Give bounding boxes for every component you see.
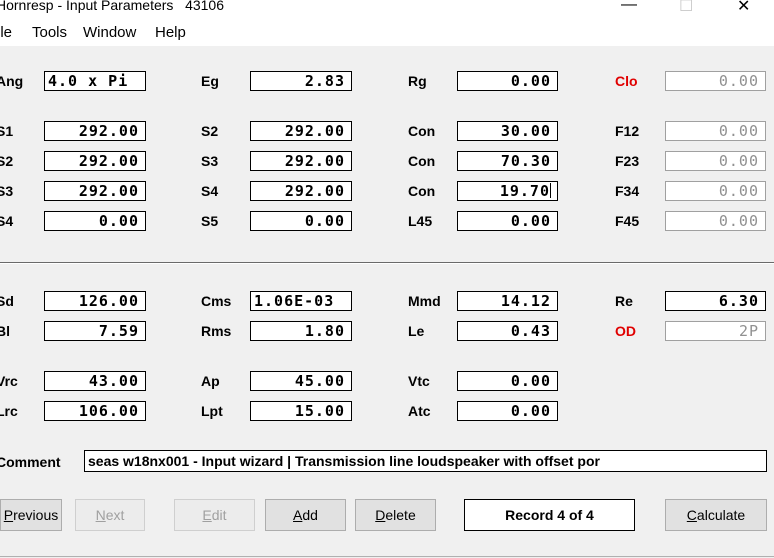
lpt-field[interactable]: 15.00	[250, 401, 352, 421]
menu-file[interactable]: ile	[0, 24, 12, 41]
cms-field[interactable]: 1.06E-03	[250, 291, 352, 311]
clo-field: 0.00	[665, 71, 766, 91]
label-cms: Cms	[201, 293, 232, 309]
minimize-icon[interactable]: —	[621, 0, 637, 14]
con-1-field[interactable]: 30.00	[457, 121, 558, 141]
vtc-field[interactable]: 0.00	[457, 371, 558, 391]
label-bl: Bl	[0, 323, 10, 339]
s1-field[interactable]: 292.00	[44, 121, 146, 141]
label-rms: Rms	[201, 323, 232, 339]
mmd-field[interactable]: 14.12	[457, 291, 558, 311]
label-s5: S5	[201, 213, 219, 229]
window-bottom-edge	[0, 556, 774, 557]
atc-field[interactable]: 0.00	[457, 401, 558, 421]
s5-field[interactable]: 0.00	[250, 211, 352, 231]
label-sd: Sd	[0, 293, 14, 309]
label-s2: S2	[201, 123, 219, 139]
label-s2-left: S2	[0, 153, 14, 169]
record-status: Record 4 of 4	[464, 499, 635, 531]
f45-field: 0.00	[665, 211, 766, 231]
label-s3: S3	[201, 153, 219, 169]
calculate-button[interactable]: Calculate	[665, 499, 767, 531]
previous-button[interactable]: Previous	[0, 499, 62, 531]
label-f45: F45	[615, 213, 640, 229]
add-button[interactable]: Add	[265, 499, 346, 531]
menu-help[interactable]: Help	[155, 24, 186, 41]
od-field[interactable]: 2P	[665, 321, 766, 341]
label-ang: Ang	[0, 73, 24, 89]
f34-field: 0.00	[665, 181, 766, 201]
f23-field: 0.00	[665, 151, 766, 171]
label-s1: S1	[0, 123, 14, 139]
label-le: Le	[408, 323, 425, 339]
f12-field: 0.00	[665, 121, 766, 141]
label-s3-left: S3	[0, 183, 14, 199]
comment-field[interactable]: seas w18nx001 - Input wizard | Transmiss…	[84, 450, 767, 472]
label-s4-left: S4	[0, 213, 14, 229]
s4-field[interactable]: 292.00	[250, 181, 352, 201]
label-con-2: Con	[408, 153, 436, 169]
label-comment: Comment	[0, 454, 61, 470]
label-f34: F34	[615, 183, 640, 199]
ang-field[interactable]: 4.0 x Pi	[44, 71, 146, 91]
re-field[interactable]: 6.30	[665, 291, 766, 311]
label-l45: L45	[408, 213, 433, 229]
edit-button[interactable]: Edit	[174, 499, 255, 531]
next-button[interactable]: Next	[75, 499, 145, 531]
label-vtc: Vtc	[408, 373, 430, 389]
label-od: OD	[615, 323, 636, 339]
s2-left-field[interactable]: 292.00	[44, 151, 146, 171]
label-lpt: Lpt	[201, 403, 223, 419]
label-f23: F23	[615, 153, 640, 169]
window-record-id: 43106	[185, 0, 225, 13]
label-s4: S4	[201, 183, 219, 199]
label-con-1: Con	[408, 123, 436, 139]
s3-left-field[interactable]: 292.00	[44, 181, 146, 201]
close-icon[interactable]: ✕	[737, 0, 750, 16]
menu-bar: ile Tools Window Help	[0, 20, 774, 46]
lrc-field[interactable]: 106.00	[44, 401, 146, 421]
label-rg: Rg	[408, 73, 427, 89]
l45-field[interactable]: 0.00	[457, 211, 558, 231]
window-title: Hornresp - Input Parameters 43106	[0, 0, 224, 13]
ap-field[interactable]: 45.00	[250, 371, 352, 391]
section-divider	[0, 262, 774, 264]
s3-field[interactable]: 292.00	[250, 151, 352, 171]
con-3-value: 19.70	[499, 182, 550, 200]
maximize-icon[interactable]: ☐	[679, 0, 693, 16]
label-clo: Clo	[615, 73, 638, 89]
title-bar: Hornresp - Input Parameters 43106 — ☐ ✕	[0, 0, 774, 20]
s4-left-field[interactable]: 0.00	[44, 211, 146, 231]
label-atc: Atc	[408, 403, 431, 419]
label-mmd: Mmd	[408, 293, 441, 309]
label-lrc: Lrc	[0, 403, 18, 419]
sd-field[interactable]: 126.00	[44, 291, 146, 311]
label-re: Re	[615, 293, 633, 309]
eg-field[interactable]: 2.83	[250, 71, 352, 91]
label-eg: Eg	[201, 73, 219, 89]
label-con-3: Con	[408, 183, 436, 199]
label-f12: F12	[615, 123, 640, 139]
rms-field[interactable]: 1.80	[250, 321, 352, 341]
con-2-field[interactable]: 70.30	[457, 151, 558, 171]
delete-button[interactable]: Delete	[355, 499, 436, 531]
rg-field[interactable]: 0.00	[457, 71, 558, 91]
le-field[interactable]: 0.43	[457, 321, 558, 341]
vrc-field[interactable]: 43.00	[44, 371, 146, 391]
s2-field[interactable]: 292.00	[250, 121, 352, 141]
bl-field[interactable]: 7.59	[44, 321, 146, 341]
menu-tools[interactable]: Tools	[32, 24, 67, 41]
menu-window[interactable]: Window	[83, 24, 136, 41]
label-ap: Ap	[201, 373, 220, 389]
label-vrc: Vrc	[0, 373, 18, 389]
con-3-field[interactable]: 19.70	[457, 181, 558, 201]
